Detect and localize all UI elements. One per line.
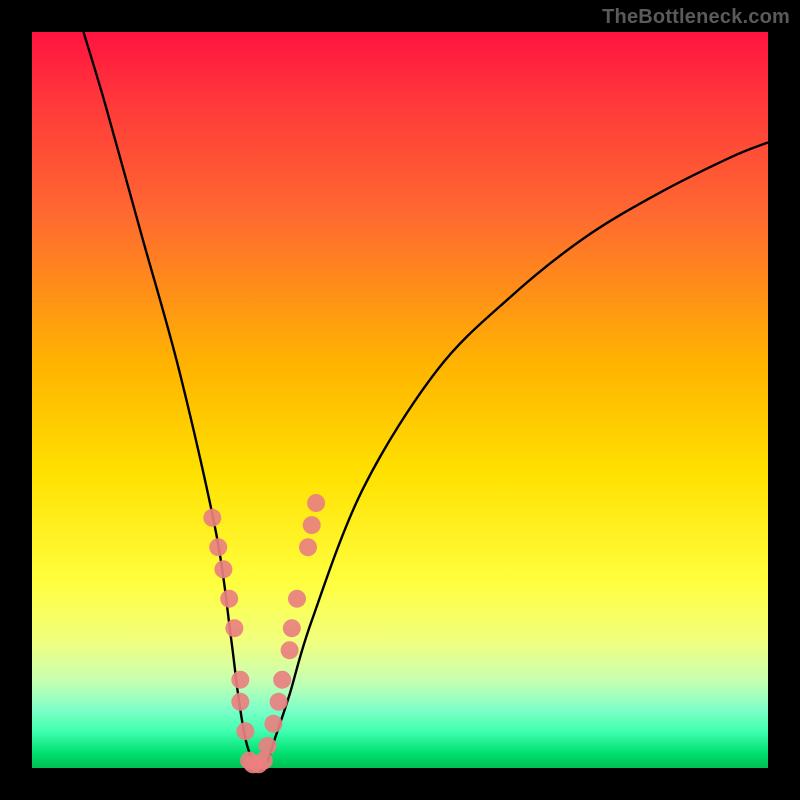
marker-point — [273, 671, 291, 689]
marker-point — [307, 494, 325, 512]
plot-area — [32, 32, 768, 768]
marker-point — [231, 693, 249, 711]
marker-point — [281, 641, 299, 659]
chart-container: TheBottleneck.com — [0, 0, 800, 800]
marker-point — [225, 619, 243, 637]
marker-point — [303, 516, 321, 534]
marker-point — [288, 590, 306, 608]
marker-point — [231, 671, 249, 689]
curve-path — [84, 32, 769, 768]
marker-point — [220, 590, 238, 608]
marker-point — [283, 619, 301, 637]
marker-point — [259, 737, 277, 755]
marker-point — [270, 693, 288, 711]
marker-point — [203, 509, 221, 527]
marker-point — [264, 715, 282, 733]
marker-point — [236, 722, 254, 740]
marker-point — [214, 560, 232, 578]
marker-point — [299, 538, 317, 556]
chart-svg — [32, 32, 768, 768]
marker-point — [209, 538, 227, 556]
watermark-label: TheBottleneck.com — [602, 6, 790, 29]
